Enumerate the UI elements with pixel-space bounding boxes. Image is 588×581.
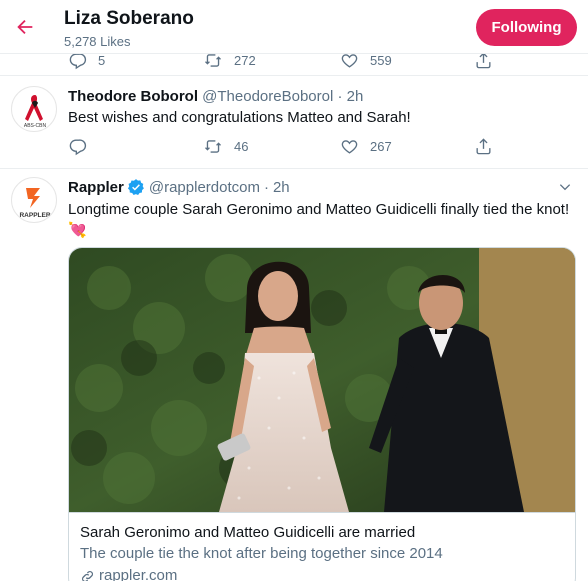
share-icon (476, 138, 491, 155)
reply-icon (69, 139, 87, 156)
link-card-domain: rappler.com (99, 567, 178, 581)
retweet-count: 46 (234, 139, 249, 154)
link-card[interactable]: Sarah Geronimo and Matteo Guidicelli are… (68, 247, 576, 581)
tweet-time[interactable]: 2h (347, 88, 364, 105)
profile-header: Liza Soberano 5,278 Likes Following (0, 0, 588, 54)
caret-down-icon (559, 184, 571, 191)
like-count: 267 (370, 139, 392, 154)
tweet-text: Best wishes and congratulations Matteo a… (68, 109, 411, 126)
share-button[interactable] (474, 137, 493, 156)
author-handle[interactable]: @rapplerdotcom (149, 179, 260, 196)
avatar-logo-text: RAPPLER (19, 212, 50, 219)
author-name[interactable]: Theodore Boborol (68, 88, 198, 105)
like-count: 559 (370, 53, 392, 68)
retweet-count: 272 (234, 53, 256, 68)
author-name[interactable]: Rappler (68, 179, 124, 196)
link-card-description: The couple tie the knot after being toge… (80, 545, 443, 562)
tweet-text-body: Longtime couple Sarah Geronimo and Matte… (68, 201, 570, 218)
tweet-theodore[interactable]: ABS-CBN Theodore Boborol @TheodoreBoboro… (0, 77, 588, 169)
back-button[interactable] (10, 12, 40, 42)
tweet-header: Theodore Boborol @TheodoreBoborol · 2h (68, 88, 363, 105)
ribbon-logo-icon: ABS-CBN (24, 95, 47, 129)
likes-count: 5,278 Likes (64, 34, 131, 49)
wedding-photo (69, 248, 575, 512)
separator-dot: · (337, 88, 343, 105)
link-card-domain-row: rappler.com (80, 566, 566, 581)
avatar[interactable]: RAPPLER (11, 177, 57, 223)
retweet-button[interactable]: 46 (203, 137, 248, 156)
link-card-title: Sarah Geronimo and Matteo Guidicelli are… (80, 524, 416, 541)
author-handle[interactable]: @TheodoreBoborol (202, 88, 333, 105)
like-icon (341, 140, 358, 154)
verified-icon (127, 179, 144, 196)
link-card-body[interactable]: Sarah Geronimo and Matteo Guidicelli are… (69, 512, 575, 581)
avatar[interactable]: ABS-CBN (11, 86, 57, 132)
reply-button[interactable] (68, 137, 98, 156)
tweet-text: Longtime couple Sarah Geronimo and Matte… (68, 200, 576, 241)
following-button[interactable]: Following (476, 9, 577, 46)
avatar-logo-text: ABS-CBN (24, 123, 47, 129)
rappler-logo-icon: RAPPLER (19, 188, 51, 219)
separator-dot: · (263, 178, 269, 196)
more-options-button[interactable] (556, 178, 574, 196)
tweet-time[interactable]: 2h (273, 179, 290, 196)
back-arrow-icon (17, 19, 33, 35)
tweet-rappler[interactable]: RAPPLER Rappler @rapplerdotcom · 2h Long… (0, 170, 588, 581)
tweet-header: Rappler @rapplerdotcom · 2h (68, 178, 290, 196)
like-button[interactable]: 267 (340, 137, 392, 156)
reply-count: 5 (98, 53, 106, 68)
link-icon (82, 570, 93, 581)
link-card-image[interactable] (69, 248, 575, 512)
heart-emoji: 💘 (68, 221, 87, 239)
profile-name: Liza Soberano (64, 8, 194, 29)
retweet-icon (205, 140, 221, 153)
